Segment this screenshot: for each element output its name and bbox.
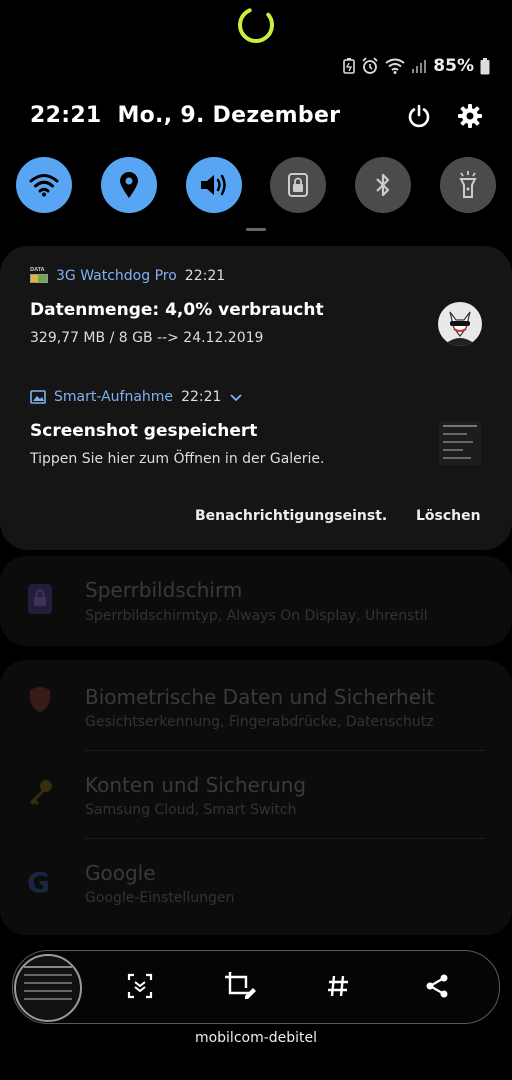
battery-icon [480, 57, 490, 74]
battery-percent: 85% [433, 56, 474, 76]
dog-icon [448, 311, 472, 346]
notification-header: DATA 3G Watchdog Pro 22:21 [30, 267, 226, 284]
signal-icon [412, 60, 427, 73]
capture-preview-thumbnail[interactable] [14, 954, 82, 1022]
crop-edit-button[interactable] [220, 966, 260, 1006]
watchdog-avatar [438, 302, 482, 346]
loading-spinner-icon [238, 7, 274, 43]
notification-title: Datenmenge: 4,0% verbraucht [30, 300, 324, 320]
power-button[interactable] [404, 101, 434, 131]
google-icon: G [27, 866, 50, 899]
clear-notifications-button[interactable]: Löschen [416, 508, 481, 524]
settings-item-subtitle: Gesichtserkennung, Fingerabdrücke, Daten… [85, 714, 434, 730]
location-icon [120, 172, 138, 198]
notification-settings-button[interactable]: Benachrichtigungseinst. [195, 508, 387, 524]
toggle-secure-folder[interactable] [270, 157, 326, 213]
toggle-flashlight[interactable] [440, 157, 496, 213]
image-icon [30, 390, 46, 404]
shield-icon [30, 686, 50, 712]
settings-button[interactable] [455, 101, 485, 131]
app-name: Smart-Aufnahme [54, 389, 174, 405]
settings-card-lockscreen [0, 556, 512, 646]
settings-item-subtitle: Samsung Cloud, Smart Switch [85, 802, 297, 818]
screenshot-thumbnail [439, 421, 481, 465]
divider [85, 838, 485, 839]
notification-time: 22:21 [184, 268, 226, 284]
alarm-icon [362, 57, 378, 74]
notification-watchdog[interactable]: DATA 3G Watchdog Pro 22:21 [30, 267, 226, 284]
settings-item-title[interactable]: Konten und Sicherung [85, 773, 306, 797]
battery-saver-icon [343, 58, 356, 74]
status-bar: 85% [343, 55, 490, 77]
toggle-location[interactable] [101, 157, 157, 213]
flashlight-icon [459, 171, 477, 198]
data-app-icon: DATA [30, 267, 48, 284]
app-name: 3G Watchdog Pro [56, 268, 177, 284]
gear-icon [458, 104, 482, 128]
date: Mo., 9. Dezember [117, 103, 341, 128]
panel-drag-handle[interactable] [246, 228, 266, 231]
settings-item-title[interactable]: Sperrbildschirm [85, 578, 242, 602]
clock-date: 22:21 Mo., 9. Dezember [30, 103, 340, 128]
share-button[interactable] [417, 966, 457, 1006]
clock-time: 22:21 [30, 103, 102, 128]
settings-item-title[interactable]: Google [85, 861, 156, 885]
toggle-wifi[interactable] [16, 157, 72, 213]
tag-button[interactable] [318, 966, 358, 1006]
notification-text: 329,77 MB / 8 GB --> 24.12.2019 [30, 330, 264, 346]
notification-header: Smart-Aufnahme 22:21 [30, 389, 243, 405]
notification-time: 22:21 [181, 389, 222, 405]
hashtag-icon [328, 975, 348, 997]
lock-icon [28, 584, 52, 614]
chevron-down-icon[interactable] [229, 392, 243, 402]
notification-title: Screenshot gespeichert [30, 421, 258, 441]
carrier-label: mobilcom-debitel [194, 1030, 318, 1046]
notification-smart-capture[interactable]: Smart-Aufnahme 22:21 [30, 389, 243, 405]
wifi-icon [29, 174, 59, 197]
scroll-capture-button[interactable] [120, 966, 160, 1006]
notification-text: Tippen Sie hier zum Öffnen in der Galeri… [30, 451, 325, 467]
sound-icon [201, 174, 226, 196]
scroll-capture-icon [127, 973, 153, 999]
key-icon [30, 780, 52, 805]
settings-item-subtitle: Sperrbildschirmtyp, Always On Display, U… [85, 608, 428, 624]
power-icon [408, 104, 430, 128]
settings-item-title[interactable]: Biometrische Daten und Sicherheit [85, 685, 434, 709]
divider [85, 750, 485, 751]
crop-edit-icon [225, 972, 256, 999]
secure-folder-icon [288, 173, 308, 197]
share-icon [426, 974, 448, 998]
toggle-bluetooth[interactable] [355, 157, 411, 213]
wifi-icon [385, 58, 405, 74]
settings-item-subtitle: Google-Einstellungen [85, 890, 235, 906]
bluetooth-icon [376, 173, 390, 197]
toggle-sound[interactable] [186, 157, 242, 213]
